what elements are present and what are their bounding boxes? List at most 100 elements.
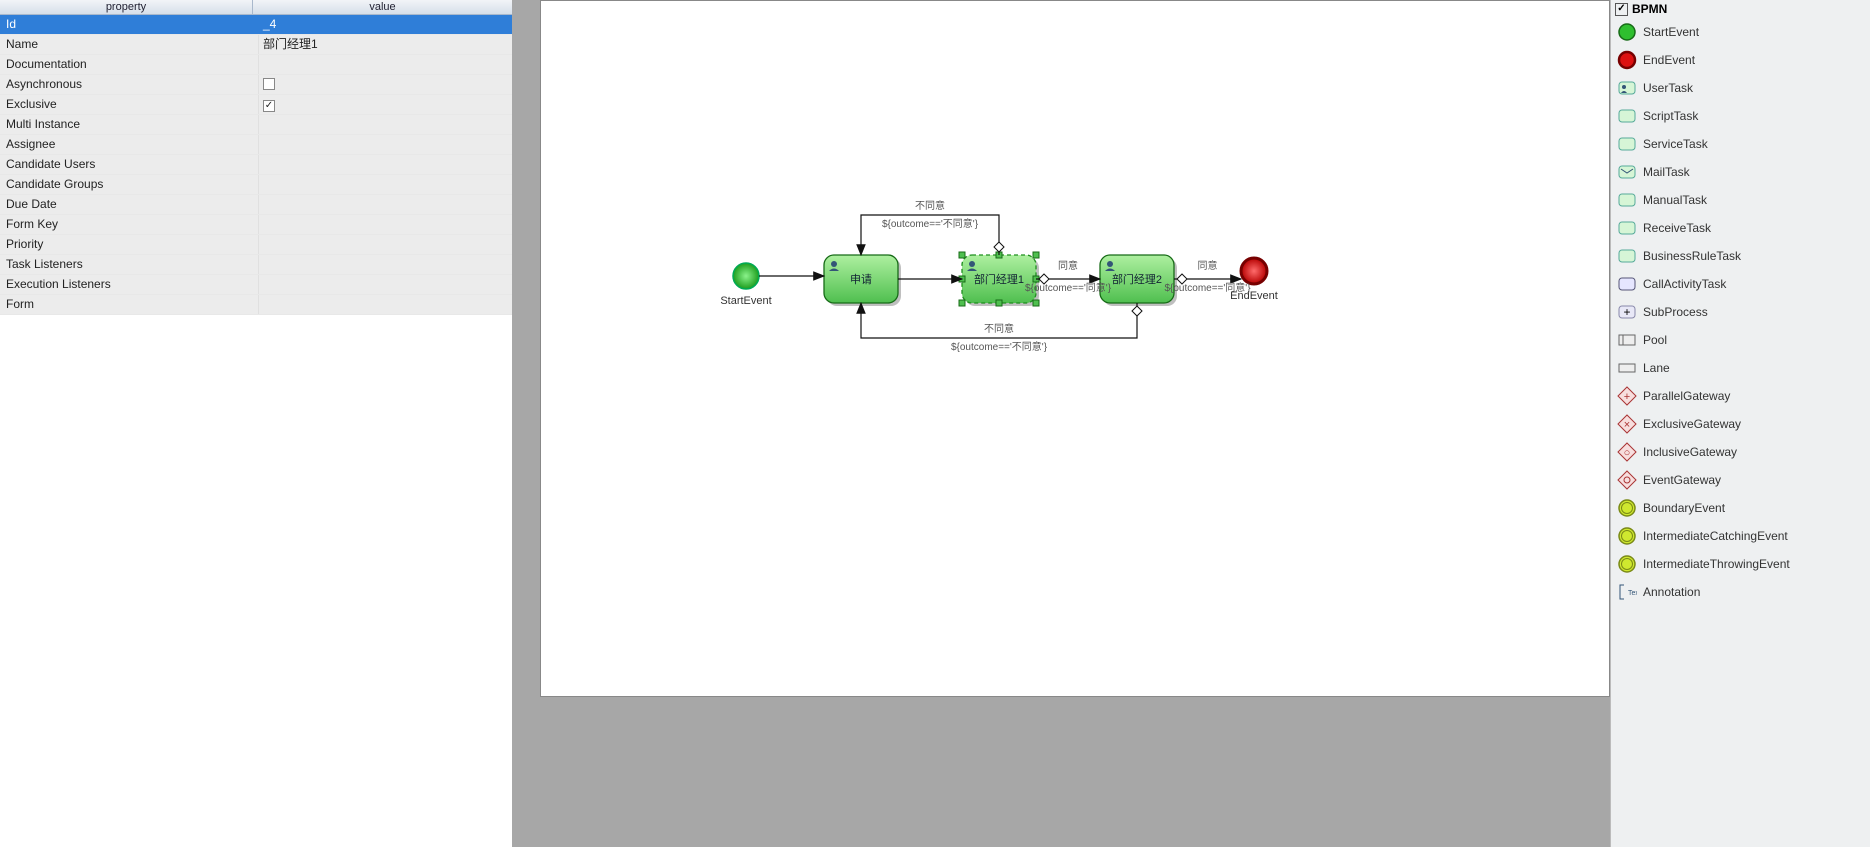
property-row[interactable]: Multi Instance [0, 115, 512, 135]
palette-item[interactable]: IntermediateCatchingEvent [1611, 522, 1870, 550]
property-value[interactable]: _4 [259, 15, 512, 34]
palette-item[interactable]: ServiceTask [1611, 130, 1870, 158]
property-key: Execution Listeners [0, 275, 259, 294]
selection-handle[interactable] [1033, 300, 1039, 306]
parallel-gateway-icon: + [1617, 386, 1637, 406]
palette-item[interactable]: BoundaryEvent [1611, 494, 1870, 522]
palette-item[interactable]: Lane [1611, 354, 1870, 382]
start-event-label: StartEvent [720, 295, 771, 307]
palette-item[interactable]: ○InclusiveGateway [1611, 438, 1870, 466]
palette-item-label: BoundaryEvent [1643, 501, 1725, 515]
palette-item[interactable]: UserTask [1611, 74, 1870, 102]
property-value[interactable] [259, 275, 512, 294]
property-row[interactable]: Due Date [0, 195, 512, 215]
property-value[interactable] [259, 115, 512, 134]
property-value[interactable] [259, 255, 512, 274]
palette-item[interactable]: CallActivityTask [1611, 270, 1870, 298]
palette-item[interactable]: EndEvent [1611, 46, 1870, 74]
palette-item[interactable]: BusinessRuleTask [1611, 242, 1870, 270]
property-value[interactable] [259, 55, 512, 74]
property-row[interactable]: Task Listeners [0, 255, 512, 275]
property-row[interactable]: Asynchronous [0, 75, 512, 95]
selection-handle[interactable] [1033, 252, 1039, 258]
palette-checkbox[interactable]: ✓ [1615, 3, 1628, 16]
palette-item-label: ParallelGateway [1643, 389, 1730, 403]
event-gateway-icon [1617, 470, 1637, 490]
palette-header[interactable]: ✓ BPMN [1611, 0, 1870, 18]
property-key: Candidate Groups [0, 175, 259, 194]
palette-item[interactable]: Pool [1611, 326, 1870, 354]
property-value[interactable]: ✓ [259, 95, 512, 114]
property-value[interactable] [259, 215, 512, 234]
diagram-paper[interactable]: StartEventEndEvent申请部门经理1部门经理2同意${outcom… [540, 0, 1610, 697]
bpmn-diagram[interactable]: StartEventEndEvent申请部门经理1部门经理2同意${outcom… [541, 1, 1610, 701]
palette-item[interactable]: IntermediateThrowingEvent [1611, 550, 1870, 578]
palette-item[interactable]: + ParallelGateway [1611, 382, 1870, 410]
start-event-node[interactable] [733, 263, 759, 289]
intermediate-throw-icon [1617, 554, 1637, 574]
property-row[interactable]: Form [0, 295, 512, 315]
palette-item[interactable]: +SubProcess [1611, 298, 1870, 326]
property-row[interactable]: Assignee [0, 135, 512, 155]
property-row[interactable]: Documentation [0, 55, 512, 75]
property-row[interactable]: Candidate Users [0, 155, 512, 175]
intermediate-catch-icon [1617, 526, 1637, 546]
palette-item-label: Annotation [1643, 585, 1700, 599]
condition-diamond-icon [994, 242, 1004, 252]
palette-item[interactable]: ReceiveTask [1611, 214, 1870, 242]
property-key: Form [0, 295, 259, 314]
palette-item-label: StartEvent [1643, 25, 1699, 39]
property-row[interactable]: Form Key [0, 215, 512, 235]
checkbox[interactable]: ✓ [263, 100, 275, 112]
property-row[interactable]: Name部门经理1 [0, 35, 512, 55]
property-row[interactable]: Execution Listeners [0, 275, 512, 295]
svg-text:+: + [1624, 391, 1630, 403]
property-value[interactable] [259, 75, 512, 94]
flow-condition: ${outcome=='同意'} [1025, 281, 1112, 294]
property-value[interactable] [259, 155, 512, 174]
lane-icon [1617, 358, 1637, 378]
property-value[interactable] [259, 195, 512, 214]
svg-text:○: ○ [1624, 447, 1631, 459]
palette-item-label: Pool [1643, 333, 1667, 347]
flow-label: 不同意 [915, 199, 945, 212]
svg-text:×: × [1624, 419, 1630, 431]
property-value[interactable]: 部门经理1 [259, 35, 512, 54]
property-value[interactable] [259, 135, 512, 154]
call-activity-task-icon [1617, 274, 1637, 294]
flow-condition: ${outcome=='不同意'} [882, 217, 979, 230]
palette-item-label: ScriptTask [1643, 109, 1698, 123]
property-key: Name [0, 35, 259, 54]
checkbox[interactable] [263, 78, 275, 90]
palette-item-label: IntermediateThrowingEvent [1643, 557, 1790, 571]
property-row[interactable]: Exclusive✓ [0, 95, 512, 115]
property-value[interactable] [259, 175, 512, 194]
annotation-icon: Text [1617, 582, 1637, 602]
palette-item[interactable]: ManualTask [1611, 186, 1870, 214]
manual-task-icon [1617, 190, 1637, 210]
palette-item[interactable]: EventGateway [1611, 466, 1870, 494]
property-value[interactable] [259, 235, 512, 254]
palette-item[interactable]: ScriptTask [1611, 102, 1870, 130]
property-value[interactable] [259, 295, 512, 314]
selection-handle[interactable] [959, 252, 965, 258]
palette-item[interactable]: MailTask [1611, 158, 1870, 186]
property-key: Asynchronous [0, 75, 259, 94]
flow-label: 同意 [1198, 259, 1218, 272]
palette-item[interactable]: StartEvent [1611, 18, 1870, 46]
property-row[interactable]: Candidate Groups [0, 175, 512, 195]
selection-handle[interactable] [996, 300, 1002, 306]
property-key: Priority [0, 235, 259, 254]
task-label: 部门经理2 [1112, 272, 1162, 286]
col-value: value [253, 0, 512, 14]
palette-item[interactable]: ×ExclusiveGateway [1611, 410, 1870, 438]
property-key: Assignee [0, 135, 259, 154]
property-row[interactable]: Priority [0, 235, 512, 255]
property-row[interactable]: Id_4 [0, 15, 512, 35]
property-key: Form Key [0, 215, 259, 234]
flow-condition: ${outcome=='不同意'} [951, 340, 1048, 353]
palette-item[interactable]: Text Annotation [1611, 578, 1870, 606]
selection-handle[interactable] [959, 300, 965, 306]
property-key: Due Date [0, 195, 259, 214]
end-event-node[interactable] [1241, 258, 1267, 284]
